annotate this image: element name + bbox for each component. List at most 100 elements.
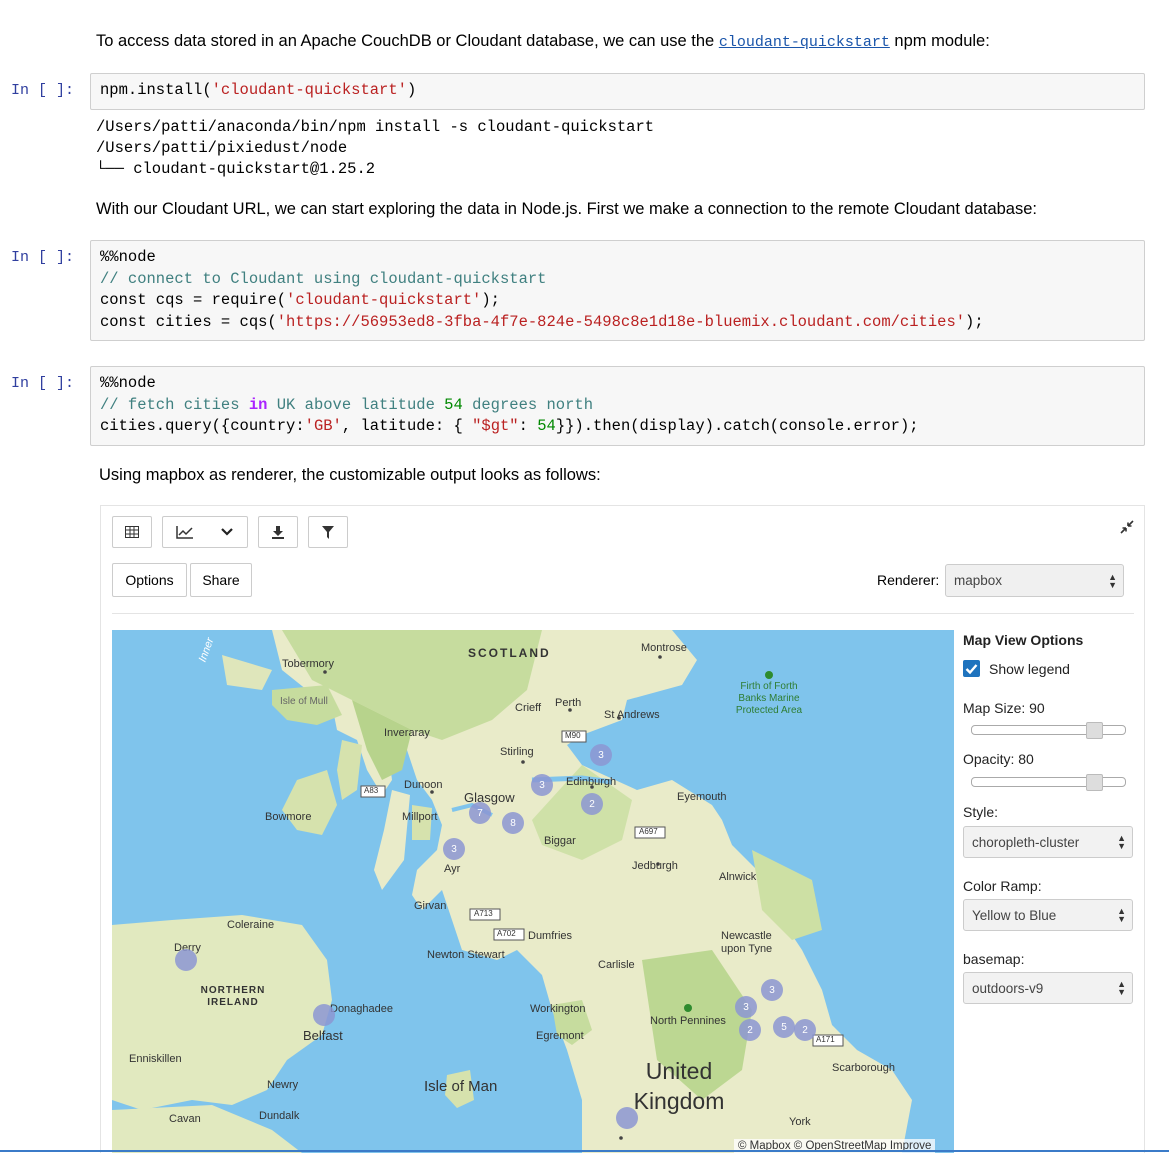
markdown-text-2: With our Cloudant URL, we can start expl… bbox=[96, 200, 1037, 218]
code-line: %%node bbox=[100, 248, 156, 266]
map-label: Scarborough bbox=[832, 1062, 895, 1074]
map-canvas[interactable]: SCOTLAND Tobermory Isle of Mull Montrose… bbox=[112, 630, 954, 1153]
slider-handle[interactable] bbox=[1086, 722, 1103, 739]
panel-title: Map View Options bbox=[963, 632, 1084, 648]
map-label: Carlisle bbox=[598, 959, 635, 971]
map-cluster[interactable] bbox=[313, 1004, 335, 1026]
basemap-label: basemap: bbox=[963, 951, 1025, 967]
opacity-slider[interactable] bbox=[971, 774, 1126, 791]
map-cluster[interactable]: 3 bbox=[590, 744, 612, 766]
map-label: St Andrews bbox=[604, 709, 660, 721]
map-cluster[interactable]: 7 bbox=[469, 802, 491, 824]
map-label: Alnwick bbox=[719, 871, 757, 883]
code-string: 'https://56953ed8-3fba-4f7e-824e-5498c8e… bbox=[276, 312, 966, 331]
code-line: %%node bbox=[100, 374, 156, 392]
code-token: // fetch cities bbox=[100, 395, 249, 414]
renderer-value: mapbox bbox=[954, 573, 1003, 588]
code-token: cities.query({country: bbox=[100, 417, 305, 435]
cell-prompt: In [ ]: bbox=[11, 82, 75, 99]
map-label: Enniskillen bbox=[129, 1053, 182, 1065]
map-cluster[interactable]: 3 bbox=[443, 838, 465, 860]
map-cluster[interactable] bbox=[616, 1107, 638, 1129]
code-string: "$gt" bbox=[472, 417, 519, 435]
map-label: Newcastle upon Tyne bbox=[721, 930, 773, 955]
chevron-down-icon bbox=[221, 528, 233, 536]
table-icon bbox=[125, 526, 139, 538]
style-label: Style: bbox=[963, 804, 999, 820]
map-label: Bowmore bbox=[265, 811, 312, 823]
chart-type-dropdown[interactable] bbox=[162, 516, 248, 548]
code-cell-1[interactable]: npm.install('cloudant-quickstart') bbox=[90, 73, 1145, 110]
road-shield: A171 bbox=[816, 1035, 835, 1044]
basemap-select[interactable]: outdoors-v9 ▲ ▼ bbox=[963, 972, 1133, 1004]
map-cluster[interactable]: 3 bbox=[761, 979, 783, 1001]
divider bbox=[112, 613, 1134, 614]
map-cluster[interactable]: 2 bbox=[581, 793, 603, 815]
map-label: Newton Stewart bbox=[427, 949, 505, 961]
map-label: Glasgow bbox=[464, 790, 515, 805]
map-label: Egremont bbox=[536, 1030, 584, 1042]
map-label: Inveraray bbox=[384, 727, 430, 739]
intro-text: To access data stored in an Apache Couch… bbox=[96, 32, 990, 51]
road-shield: A702 bbox=[497, 929, 516, 938]
code-cell-3[interactable]: %%node // fetch cities in UK above latitu… bbox=[90, 366, 1145, 446]
cell-prompt: In [ ]: bbox=[11, 375, 75, 392]
style-select[interactable]: choropleth-cluster ▲ ▼ bbox=[963, 826, 1133, 858]
code-string: 'cloudant-quickstart' bbox=[211, 81, 407, 99]
code-line: const cities = cqs('https://56953ed8-3fb… bbox=[100, 312, 1135, 334]
map-label: Workington bbox=[530, 1003, 586, 1015]
code-token: degrees north bbox=[462, 395, 594, 414]
renderer-select[interactable]: mapbox ▲ ▼ bbox=[945, 564, 1124, 597]
code-token: ); bbox=[965, 312, 984, 331]
output-line: /Users/patti/anaconda/bin/npm install -s… bbox=[96, 118, 655, 136]
show-legend-checkbox[interactable] bbox=[963, 660, 980, 677]
map-cluster[interactable]: 3 bbox=[735, 996, 757, 1018]
filter-icon bbox=[322, 525, 334, 539]
map-label: Coleraine bbox=[227, 919, 275, 931]
map-label: Dumfries bbox=[528, 930, 573, 942]
map-label: Newry bbox=[267, 1079, 299, 1091]
share-button[interactable]: Share bbox=[190, 563, 252, 597]
code-keyword: in bbox=[248, 395, 268, 414]
map-label: Cavan bbox=[169, 1113, 201, 1125]
map-label: Perth bbox=[555, 697, 582, 709]
pixiedust-output: Options Share Renderer: mapbox ▲ ▼ SCOTL… bbox=[100, 505, 1145, 1153]
map-cluster[interactable] bbox=[175, 949, 197, 971]
style-value: choropleth-cluster bbox=[972, 834, 1080, 850]
map-cluster[interactable]: 2 bbox=[794, 1019, 816, 1041]
map-label: Edinburgh bbox=[566, 776, 617, 788]
map-label: United Kingdom bbox=[633, 1058, 725, 1114]
download-button[interactable] bbox=[258, 516, 298, 548]
color-ramp-select[interactable]: Yellow to Blue ▲ ▼ bbox=[963, 899, 1133, 931]
road-shield: A697 bbox=[639, 827, 658, 836]
map-cluster[interactable]: 2 bbox=[739, 1019, 761, 1041]
module-link[interactable]: cloudant-quickstart bbox=[719, 34, 890, 51]
map-label: Millport bbox=[402, 811, 438, 823]
renderer-label: Renderer: bbox=[877, 572, 940, 588]
map-label: Jedburgh bbox=[632, 860, 678, 872]
map-cluster[interactable]: 3 bbox=[531, 774, 553, 796]
map-size-slider[interactable] bbox=[971, 722, 1126, 739]
markdown-text-3: Using mapbox as renderer, the customizab… bbox=[99, 466, 601, 484]
slider-handle[interactable] bbox=[1086, 774, 1103, 791]
opacity-label: Opacity: 80 bbox=[963, 751, 1034, 767]
intro-text-before: To access data stored in an Apache Couch… bbox=[96, 32, 719, 50]
collapse-icon[interactable] bbox=[1120, 520, 1134, 534]
map-cluster[interactable]: 5 bbox=[773, 1016, 795, 1038]
code-string: 'cloudant-quickstart' bbox=[286, 291, 482, 309]
map-label: Dundalk bbox=[259, 1110, 300, 1122]
filter-button[interactable] bbox=[308, 516, 348, 548]
code-token: }}).then(display).catch(console.error); bbox=[555, 417, 919, 435]
map-cluster[interactable]: 8 bbox=[502, 812, 524, 834]
code-token: const cities = cqs( bbox=[100, 312, 277, 331]
code-cell-2[interactable]: %%node // connect to Cloudant using cloud… bbox=[90, 240, 1145, 341]
map-label: York bbox=[789, 1116, 811, 1128]
code-token: , latitude: { bbox=[341, 417, 473, 435]
table-view-button[interactable] bbox=[112, 516, 152, 548]
map-label: Montrose bbox=[641, 642, 687, 654]
show-legend-label: Show legend bbox=[989, 661, 1070, 677]
map-label: Tobermory bbox=[282, 658, 334, 670]
output-line: └── cloudant-quickstart@1.25.2 bbox=[96, 160, 376, 178]
map-label: Belfast bbox=[303, 1028, 343, 1043]
options-button[interactable]: Options bbox=[112, 563, 187, 597]
